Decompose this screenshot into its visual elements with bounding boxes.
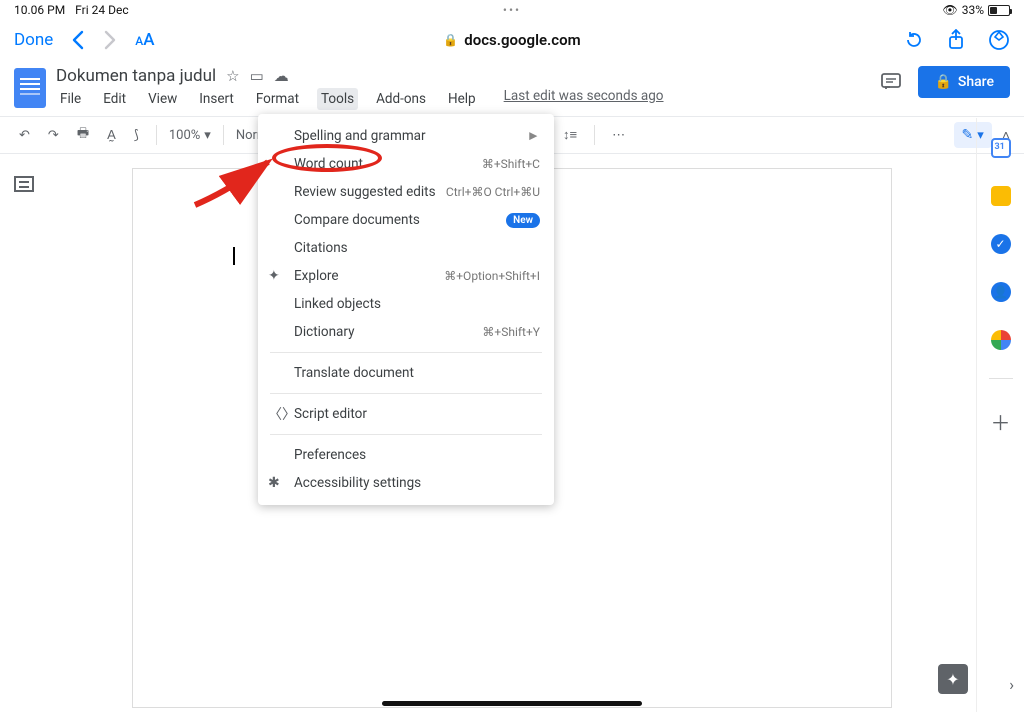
calendar-addon-icon[interactable] [991, 138, 1011, 158]
star-icon[interactable]: ☆ [226, 67, 239, 85]
explore-icon: ✦ [268, 268, 280, 284]
menu-insert[interactable]: Insert [195, 88, 238, 110]
menu-file[interactable]: File [56, 88, 85, 110]
battery-icon [988, 5, 1010, 16]
privacy-eye-icon: 👁 [942, 3, 957, 17]
lock-icon: 🔒 [934, 74, 951, 90]
tasks-addon-icon[interactable]: ✓ [991, 234, 1011, 254]
open-comments-icon[interactable] [880, 71, 902, 93]
tools-explore[interactable]: ✦ Explore⌘+Option+Shift+I [258, 262, 554, 290]
dropdown-divider [270, 352, 542, 353]
menu-edit[interactable]: Edit [99, 88, 130, 110]
menu-bar: File Edit View Insert Format Tools Add-o… [56, 88, 664, 110]
more-tools-icon[interactable]: ⋯ [607, 124, 630, 147]
sidepanel-divider [989, 378, 1013, 379]
menu-addons[interactable]: Add-ons [372, 88, 430, 110]
side-panel: ✓ 👤 ＋ [976, 118, 1024, 712]
last-edit-link[interactable]: Last edit was seconds ago [504, 88, 664, 110]
text-size-button[interactable]: AA [135, 30, 154, 50]
tools-linked-objects[interactable]: Linked objects [258, 290, 554, 318]
tools-spelling-grammar[interactable]: Spelling and grammar► [258, 122, 554, 150]
move-icon[interactable]: ▭ [250, 67, 264, 85]
docs-header: Dokumen tanpa judul ☆ ▭ ☁ File Edit View… [0, 60, 1024, 116]
share-button-label: Share [958, 74, 994, 90]
share-button[interactable]: 🔒 Share [918, 66, 1010, 98]
reload-icon[interactable] [904, 30, 924, 50]
cloud-status-icon[interactable]: ☁ [274, 67, 289, 85]
ipad-status-bar: 10.06 PM Fri 24 Dec ••• 👁 33% [0, 0, 1024, 20]
safari-tabs-icon[interactable] [988, 29, 1010, 51]
submenu-arrow-icon: ► [527, 128, 540, 144]
print-icon[interactable]: 🖶 [72, 120, 94, 150]
document-title[interactable]: Dokumen tanpa judul [56, 66, 216, 86]
text-cursor [233, 247, 235, 265]
menu-help[interactable]: Help [444, 88, 480, 110]
explore-fab-button[interactable]: ✦ [938, 664, 968, 694]
menu-view[interactable]: View [144, 88, 181, 110]
dropdown-divider [270, 393, 542, 394]
tools-citations[interactable]: Citations [258, 234, 554, 262]
tools-translate-document[interactable]: Translate document [258, 359, 554, 387]
safari-nav-bar: Done AA 🔒 docs.google.com [0, 20, 1024, 60]
line-spacing-icon[interactable]: ↕≡ [558, 123, 582, 147]
document-outline-icon[interactable] [14, 176, 34, 192]
spellcheck-icon[interactable]: A̰ [102, 123, 121, 147]
nav-forward-icon [103, 30, 117, 50]
pencil-icon: ✎ [962, 127, 974, 143]
tools-preferences[interactable]: Preferences [258, 441, 554, 469]
hide-sidepanel-icon[interactable]: › [1009, 675, 1014, 694]
accessibility-icon: ✱ [268, 475, 280, 491]
status-date: Fri 24 Dec [75, 3, 128, 17]
tools-compare-documents[interactable]: Compare documentsNew [258, 206, 554, 234]
maps-addon-icon[interactable] [991, 330, 1011, 350]
ipad-home-indicator[interactable] [382, 701, 642, 706]
share-icon[interactable] [946, 29, 966, 51]
url-host[interactable]: 🔒 docs.google.com [443, 31, 580, 49]
script-editor-icon: 〈〉 [268, 404, 296, 424]
docs-logo-icon[interactable] [14, 68, 46, 108]
tools-dropdown: Spelling and grammar► Word count⌘+Shift+… [258, 114, 554, 505]
menu-tools[interactable]: Tools [317, 88, 358, 110]
contacts-addon-icon[interactable]: 👤 [991, 282, 1011, 302]
tools-dictionary[interactable]: Dictionary⌘+Shift+Y [258, 318, 554, 346]
nav-back-icon[interactable] [71, 30, 85, 50]
get-addons-icon[interactable]: ＋ [991, 407, 1011, 436]
battery-percent: 33% [962, 3, 984, 17]
undo-icon[interactable]: ↶ [14, 124, 35, 147]
safari-done-button[interactable]: Done [14, 30, 53, 50]
new-badge: New [506, 213, 540, 228]
tools-review-suggested-edits[interactable]: Review suggested editsCtrl+⌘O Ctrl+⌘U [258, 178, 554, 206]
tools-word-count[interactable]: Word count⌘+Shift+C [258, 150, 554, 178]
keep-addon-icon[interactable] [991, 186, 1011, 206]
tools-script-editor[interactable]: 〈〉 Script editor [258, 400, 554, 428]
redo-icon[interactable]: ↷ [43, 124, 64, 147]
status-time: 10.06 PM [14, 3, 65, 17]
multitask-dots-icon[interactable]: ••• [503, 3, 521, 17]
paint-format-icon[interactable]: ⟆ [129, 124, 144, 147]
zoom-dropdown[interactable]: 100%▾ [169, 128, 211, 143]
url-host-label: docs.google.com [464, 31, 580, 49]
menu-format[interactable]: Format [252, 88, 303, 110]
dropdown-divider [270, 434, 542, 435]
lock-icon: 🔒 [443, 33, 458, 47]
tools-accessibility-settings[interactable]: ✱ Accessibility settings [258, 469, 554, 497]
